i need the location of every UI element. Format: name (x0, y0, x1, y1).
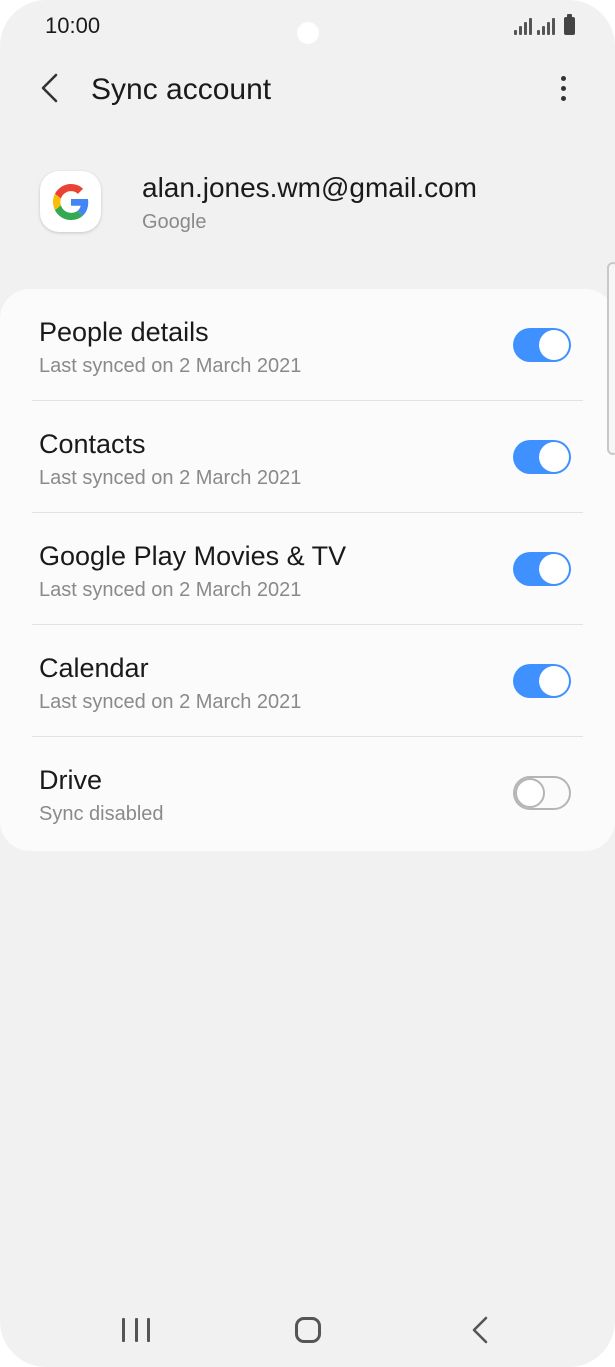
sync-item-drive[interactable]: Drive Sync disabled (0, 737, 615, 849)
page-title: Sync account (91, 73, 272, 106)
account-email: alan.jones.wm@gmail.com (142, 172, 477, 203)
google-logo-icon (40, 171, 101, 232)
sync-toggle-people-details[interactable] (513, 328, 571, 362)
sync-toggle-contacts[interactable] (513, 440, 571, 474)
sync-toggle-calendar[interactable] (513, 664, 571, 698)
sync-item-subtitle: Last synced on 2 March 2021 (39, 467, 302, 489)
sync-item-subtitle: Sync disabled (39, 803, 164, 825)
status-bar: 10:00 (0, 0, 615, 52)
recent-apps-icon[interactable] (122, 1318, 150, 1342)
back-button[interactable] (30, 66, 74, 110)
sync-items-card: People details Last synced on 2 March 20… (0, 289, 615, 851)
phone-screen: 10:00 Sync account alan.jones.wm@gmail.c… (0, 0, 615, 1367)
more-options-button[interactable] (545, 68, 581, 108)
signal-icon-2 (537, 17, 555, 35)
sync-item-calendar[interactable]: Calendar Last synced on 2 March 2021 (0, 625, 615, 737)
home-icon[interactable] (295, 1317, 321, 1343)
back-icon[interactable] (468, 1314, 492, 1346)
sync-item-people-details[interactable]: People details Last synced on 2 March 20… (0, 289, 615, 401)
sync-item-title: Drive (39, 765, 103, 795)
sync-toggle-google-play-movies[interactable] (513, 552, 571, 586)
sync-item-title: Contacts (39, 429, 146, 459)
status-time: 10:00 (45, 13, 101, 38)
sync-item-contacts[interactable]: Contacts Last synced on 2 March 2021 (0, 401, 615, 513)
signal-icon (514, 17, 532, 35)
more-vert-icon (560, 75, 566, 81)
chevron-left-icon (41, 73, 58, 103)
sync-item-title: Calendar (39, 653, 149, 683)
sync-item-title: People details (39, 317, 209, 347)
scrollbar-handle[interactable] (607, 262, 615, 455)
sync-item-subtitle: Last synced on 2 March 2021 (39, 579, 302, 601)
sync-item-title: Google Play Movies & TV (39, 541, 347, 571)
battery-icon (564, 14, 575, 35)
status-icons (514, 14, 575, 35)
sync-item-subtitle: Last synced on 2 March 2021 (39, 355, 302, 377)
sync-item-subtitle: Last synced on 2 March 2021 (39, 691, 302, 713)
sync-toggle-drive[interactable] (513, 776, 571, 810)
navigation-bar (0, 1296, 615, 1366)
account-type: Google (142, 211, 207, 233)
sync-item-google-play-movies[interactable]: Google Play Movies & TV Last synced on 2… (0, 513, 615, 625)
front-camera (297, 22, 319, 44)
